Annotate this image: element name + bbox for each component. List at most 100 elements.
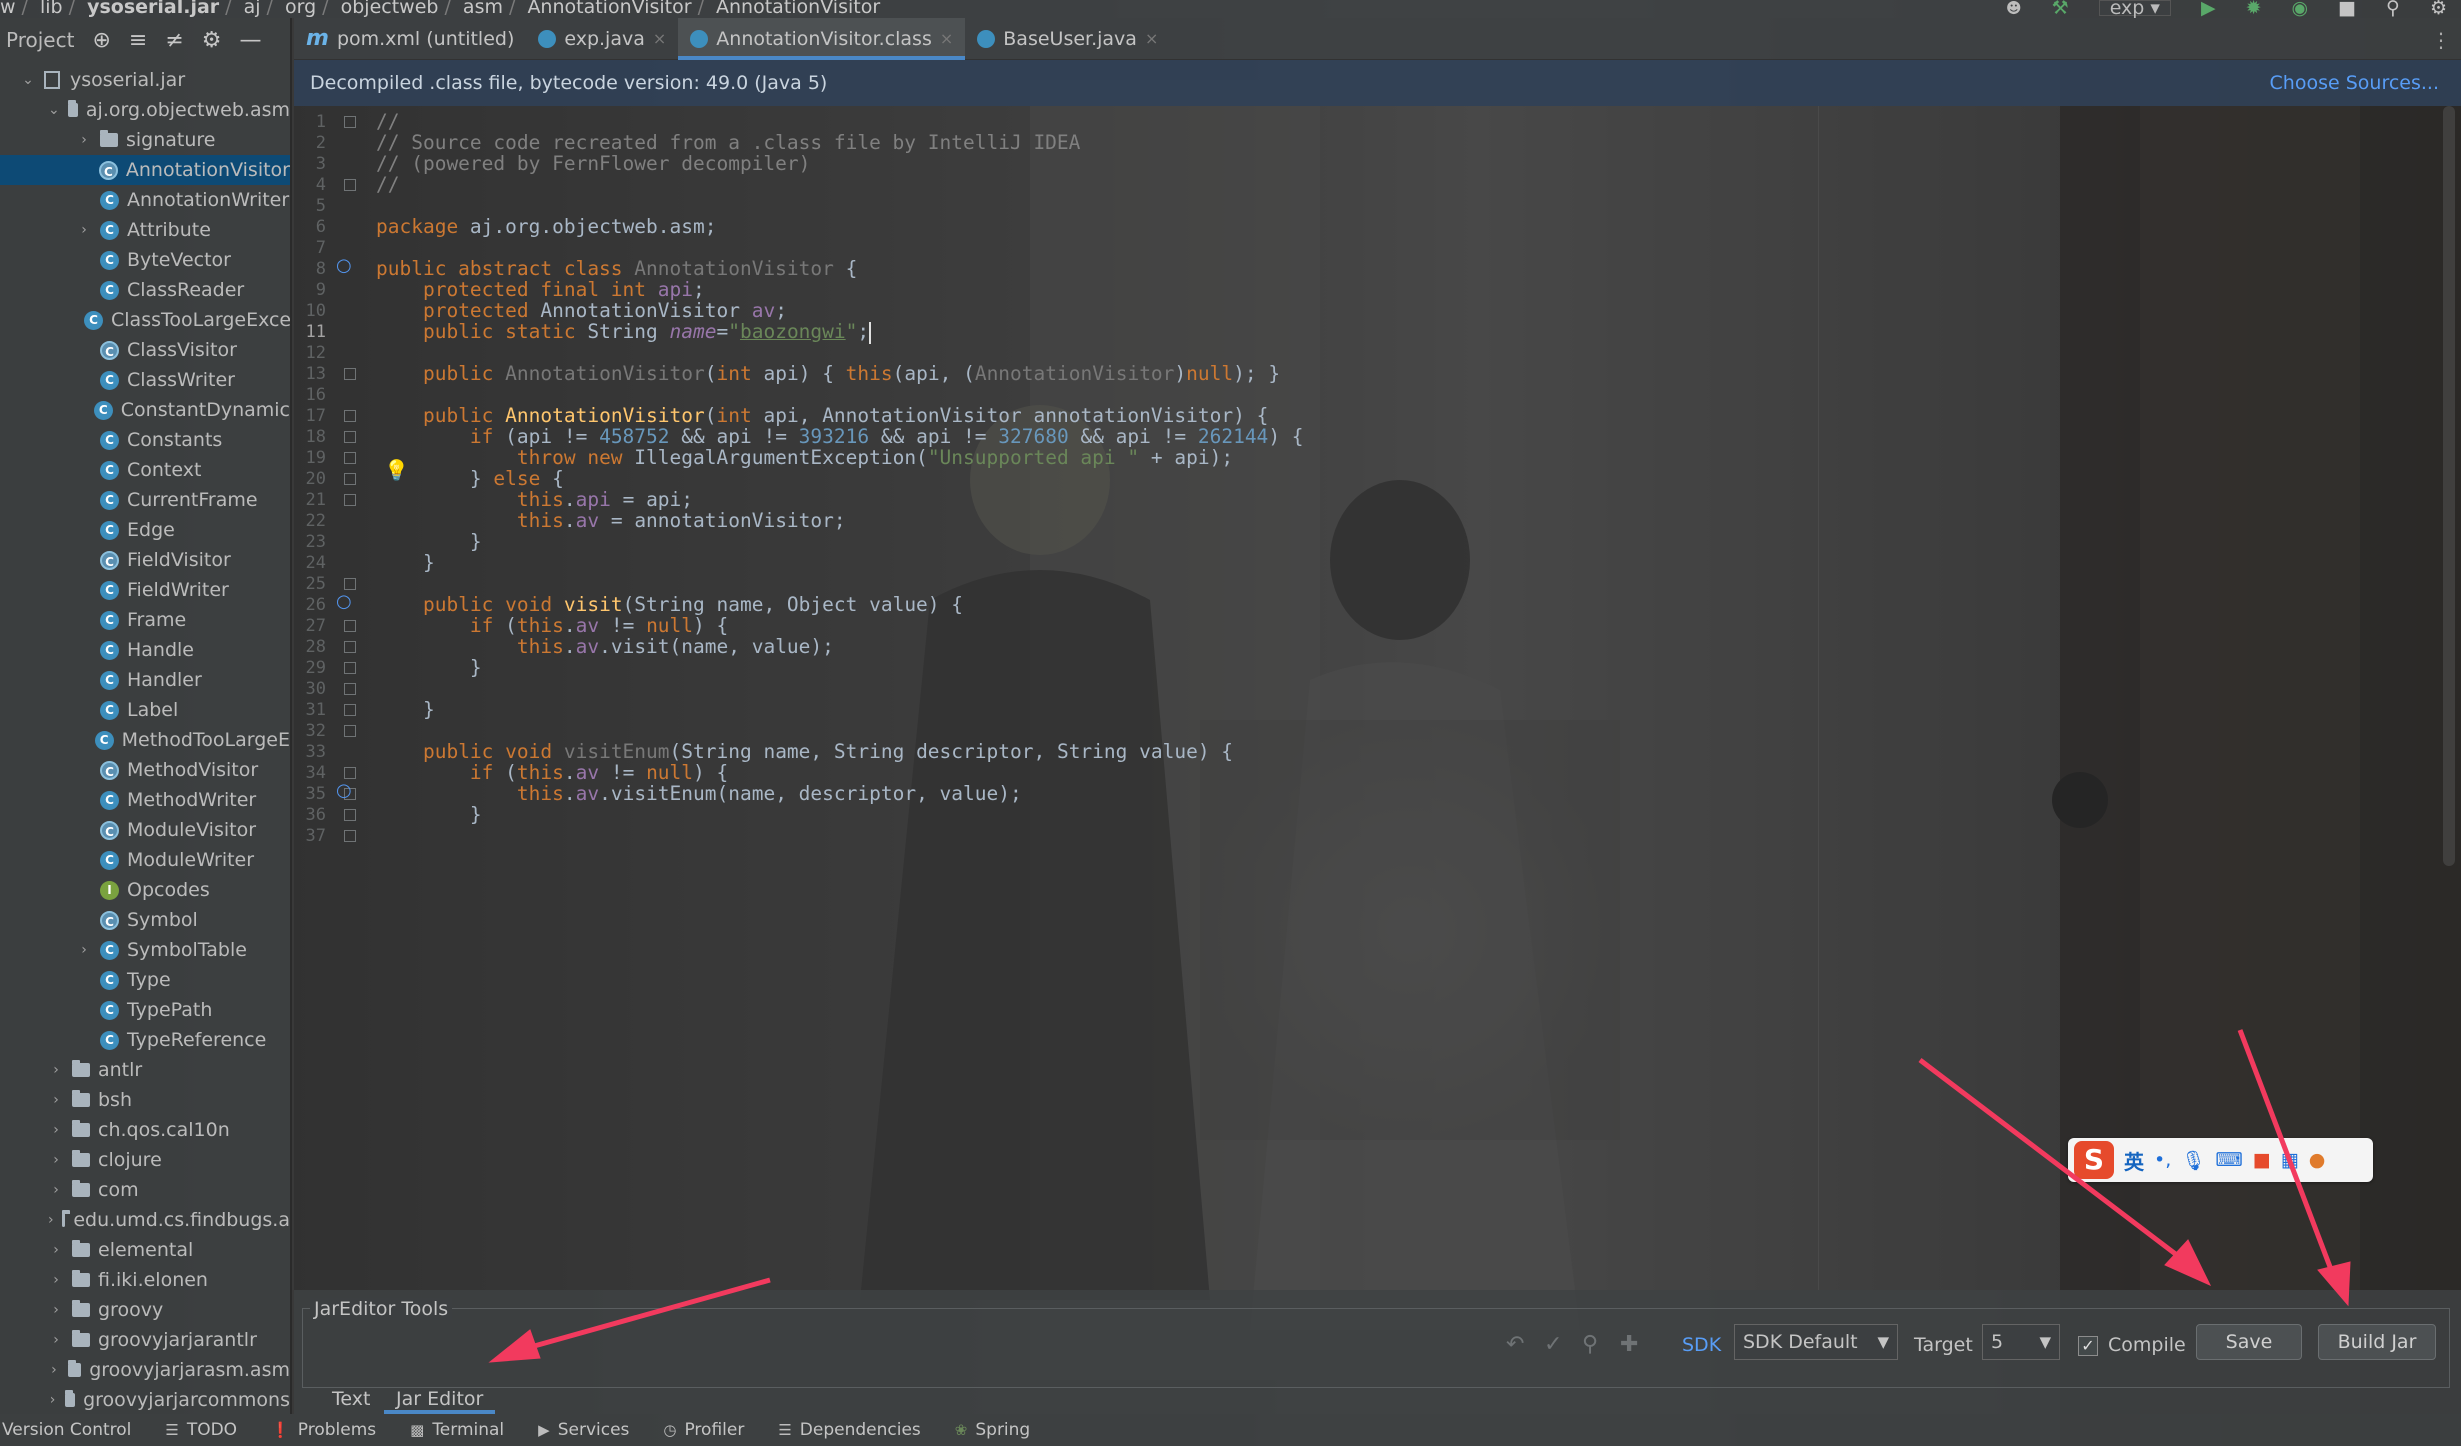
spring-tab[interactable]: ❀ Spring [955, 1420, 1030, 1440]
tree-class-node[interactable]: C CurrentFrame [0, 485, 290, 515]
chevron-right-icon[interactable]: › [48, 1152, 64, 1168]
breadcrumb-item[interactable]: ysoserial.jar [87, 0, 219, 17]
profiler-tab[interactable]: ◷ Profiler [663, 1420, 744, 1440]
tree-class-node[interactable]: I Opcodes [0, 875, 290, 905]
tree-package-node[interactable]: › groovyjarjarasm.asm [0, 1355, 290, 1385]
tree-class-node[interactable]: C AnnotationVisitor [0, 155, 290, 185]
tree-class-node[interactable]: C Handler [0, 665, 290, 695]
fold-marker-icon[interactable] [344, 473, 356, 485]
search-icon[interactable]: ⚲ [1582, 1332, 1598, 1357]
terminal-tab[interactable]: ▩ Terminal [410, 1420, 504, 1440]
tree-class-node[interactable]: C Type [0, 965, 290, 995]
chevron-right-icon[interactable]: › [48, 1302, 64, 1318]
chevron-right-icon[interactable]: › [48, 1122, 64, 1138]
version-control-tab[interactable]: Version Control [2, 1420, 131, 1440]
save-button[interactable]: Save [2196, 1324, 2302, 1360]
tree-class-node[interactable]: C ModuleWriter [0, 845, 290, 875]
ime-punctuation[interactable]: •, [2154, 1149, 2171, 1171]
build-jar-button[interactable]: Build Jar [2318, 1324, 2436, 1360]
tree-class-node[interactable]: › signature [0, 125, 290, 155]
tree-class-node[interactable]: › C SymbolTable [0, 935, 290, 965]
fold-marker-icon[interactable] [344, 620, 356, 632]
tree-package-node[interactable]: › fi.iki.elonen [0, 1265, 290, 1295]
dependencies-tab[interactable]: ☰ Dependencies [778, 1420, 920, 1440]
tree-class-node[interactable]: C Edge [0, 515, 290, 545]
breadcrumb-item[interactable]: AnnotationVisitor [716, 0, 880, 17]
collapse-all-icon[interactable]: ≠ [165, 28, 183, 53]
tab-text[interactable]: Text [320, 1388, 382, 1414]
todo-tab[interactable]: ☰ TODO [165, 1420, 237, 1440]
breadcrumb-item[interactable]: asm [463, 0, 503, 17]
chevron-right-icon[interactable]: › [48, 1062, 64, 1078]
tab-pom-xml[interactable]: m pom.xml (untitled) [294, 18, 526, 60]
tree-class-node[interactable]: C FieldWriter [0, 575, 290, 605]
tab-jar-editor[interactable]: Jar Editor [384, 1388, 496, 1414]
stop-icon[interactable]: ■ [2338, 0, 2356, 18]
tree-package-node[interactable]: › groovy [0, 1295, 290, 1325]
breadcrumb-item[interactable]: w [0, 0, 16, 17]
run-config-selector[interactable]: exp ▾ [2098, 0, 2171, 18]
undo-icon[interactable]: ↶ [1506, 1332, 1524, 1357]
fold-marker-icon[interactable] [344, 830, 356, 842]
microphone-icon[interactable]: 🎙 [2181, 1149, 2205, 1172]
tab-baseuser-java[interactable]: BaseUser.java × [965, 18, 1170, 60]
breadcrumb-item[interactable]: objectweb [341, 0, 439, 17]
wand-icon[interactable]: ✚ [1620, 1332, 1638, 1357]
mascot-icon[interactable]: ● [2309, 1149, 2326, 1171]
chevron-right-icon[interactable]: › [48, 1092, 64, 1108]
tree-class-node[interactable]: C Context [0, 455, 290, 485]
tree-class-node[interactable]: › C Attribute [0, 215, 290, 245]
tree-package-node[interactable]: › clojure [0, 1145, 290, 1175]
settings-gear-icon[interactable]: ⚙ [2430, 0, 2447, 18]
editor-scrollbar[interactable] [2443, 106, 2455, 866]
tree-class-node[interactable]: C ConstantDynamic [0, 395, 290, 425]
tree-package-node[interactable]: › ch.qos.cal10n [0, 1115, 290, 1145]
chevron-right-icon[interactable]: › [48, 1182, 64, 1198]
fold-marker-icon[interactable] [344, 494, 356, 506]
sdk-select[interactable]: SDK Default ▼ [1734, 1324, 1898, 1360]
close-icon[interactable]: × [1145, 29, 1158, 48]
breadcrumb-item[interactable]: org [285, 0, 316, 17]
build-hammer-icon[interactable]: ⚒ [2052, 0, 2069, 18]
toolbox-icon[interactable]: ▦ [2281, 1149, 2299, 1171]
target-select[interactable]: 5 ▼ [1982, 1324, 2060, 1360]
chevron-right-icon[interactable]: › [48, 1212, 54, 1228]
chevron-right-icon[interactable]: › [48, 1392, 57, 1408]
fold-marker-icon[interactable] [344, 767, 356, 779]
chevron-right-icon[interactable]: › [76, 132, 92, 148]
tree-package-node[interactable]: › elemental [0, 1235, 290, 1265]
tree-class-node[interactable]: C TypeReference [0, 1025, 290, 1055]
implemented-icon[interactable]: ○ [336, 591, 352, 612]
chevron-right-icon[interactable]: › [76, 222, 92, 238]
tree-package-node[interactable]: › bsh [0, 1085, 290, 1115]
skin-icon[interactable]: ■ [2253, 1149, 2271, 1171]
locate-icon[interactable]: ⊕ [92, 28, 110, 53]
tree-class-node[interactable]: C ModuleVisitor [0, 815, 290, 845]
fold-marker-icon[interactable] [344, 725, 356, 737]
project-title[interactable]: Project [6, 28, 74, 52]
run-icon[interactable]: ▶ [2201, 0, 2216, 18]
fold-marker-icon[interactable] [344, 368, 356, 380]
code-editor[interactable]: 1 2 3 4 5 6 7 8 9 10 11 12 13 16 17 18 19 20 21 22 23 24 25 26 2… [294, 106, 2461, 1290]
fold-marker-icon[interactable] [344, 431, 356, 443]
tree-class-node[interactable]: C Constants [0, 425, 290, 455]
chevron-right-icon[interactable]: › [48, 1272, 64, 1288]
chevron-down-icon[interactable]: ⌄ [48, 102, 60, 118]
fold-marker-icon[interactable] [344, 578, 356, 590]
fold-marker-icon[interactable] [344, 809, 356, 821]
ime-mode[interactable]: 英 [2124, 1146, 2144, 1175]
gear-icon[interactable]: ⚙ [202, 28, 222, 53]
fold-marker-icon[interactable] [344, 662, 356, 674]
tree-class-node[interactable]: C ClassTooLargeExce [0, 305, 290, 335]
breadcrumb-item[interactable]: lib [40, 0, 63, 17]
chevron-right-icon[interactable]: › [48, 1332, 64, 1348]
debug-icon[interactable]: ✹ [2246, 0, 2262, 18]
problems-tab[interactable]: ❗ Problems [271, 1420, 376, 1440]
tree-package-node[interactable]: › groovyjarjarcommons [0, 1385, 290, 1415]
search-icon[interactable]: ⚲ [2386, 0, 2400, 18]
tree-root-jar[interactable]: ⌄ ysoserial.jar [0, 65, 290, 95]
chevron-down-icon[interactable]: ⌄ [20, 72, 36, 88]
fold-marker-icon[interactable] [344, 452, 356, 464]
tree-class-node[interactable]: C ClassWriter [0, 365, 290, 395]
tree-package-node[interactable]: › antlr [0, 1055, 290, 1085]
